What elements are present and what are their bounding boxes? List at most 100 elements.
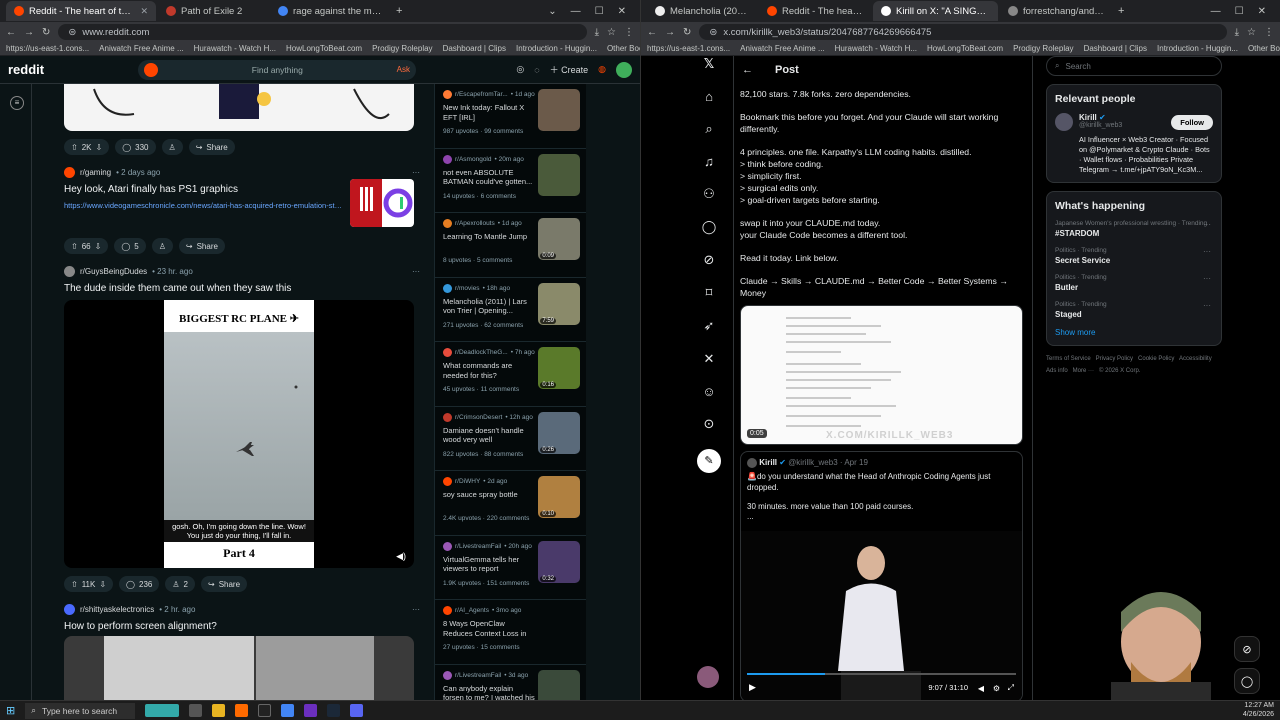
show-more-link[interactable]: Show more xyxy=(1055,328,1213,337)
recent-post-item[interactable]: r/Asmongold • 20m ago not even ABSOLUTE BA… xyxy=(435,149,586,213)
create-button[interactable]: ＋ Create xyxy=(550,63,589,76)
messages-float-button[interactable]: ◯ xyxy=(1234,668,1260,694)
maximize-icon[interactable]: ☐ xyxy=(1235,6,1244,17)
new-tab-icon[interactable]: + xyxy=(1118,5,1124,17)
settings-icon[interactable]: ⚙ xyxy=(993,684,1000,693)
bookmark-item[interactable]: Aniwatch Free Anime ... xyxy=(740,44,824,53)
video-player[interactable]: BIGGEST RC PLANE ✈ gosh. Oh, I'm going d… xyxy=(64,300,414,568)
bookmark-item[interactable]: Prodigy Roleplay xyxy=(372,44,432,53)
recent-post-item[interactable]: r/LivestreamFail • 20h ago VirtualGemma te… xyxy=(435,536,586,600)
bookmark-item[interactable]: HowLongToBeat.com xyxy=(286,44,362,53)
twitch-icon[interactable] xyxy=(304,704,318,717)
back-arrow-icon[interactable]: ← xyxy=(742,64,753,76)
minimize-icon[interactable]: — xyxy=(1211,6,1221,17)
reddit-search[interactable]: Find anything Ask xyxy=(138,59,416,80)
bookmark-item[interactable]: HowLongToBeat.com xyxy=(927,44,1003,53)
volume-icon[interactable]: ◀ xyxy=(978,684,984,693)
recent-post-item[interactable]: r/DiWHY • 2d ago soy sauce spray bottle 2.4… xyxy=(435,471,586,536)
vote-pill[interactable]: ⇧ 11K ⇩ xyxy=(64,576,114,592)
jobs-icon[interactable]: ➶ xyxy=(704,318,715,334)
taskbar-search[interactable]: ⌕ Type here to search xyxy=(25,702,136,719)
bookmark-item[interactable]: Dashboard | Clips xyxy=(1084,44,1147,53)
post-button-icon[interactable]: ✎ xyxy=(697,449,721,473)
chrome-icon[interactable] xyxy=(281,704,295,717)
more-icon[interactable]: ··· xyxy=(1203,247,1211,256)
more-icon[interactable]: ⊙ xyxy=(704,416,715,432)
comments-button[interactable]: ◯ 330 xyxy=(115,139,156,155)
comments-button[interactable]: ◯ 236 xyxy=(119,576,160,592)
recent-post-item[interactable]: r/Apexrollouts • 1d ago Learning To Mantle… xyxy=(435,213,586,278)
subreddit-link[interactable]: r/GuysBeingDudes xyxy=(80,267,147,276)
share-button[interactable]: ↪ Share xyxy=(178,238,225,254)
system-clock[interactable]: 12:27 AM 4/26/2026 xyxy=(1243,702,1274,719)
share-button[interactable]: ↪ Share xyxy=(200,576,248,592)
other-bookmarks[interactable]: Other Bookmarks xyxy=(607,44,640,53)
menu-icon[interactable]: ⋮ xyxy=(1264,27,1274,38)
grok-float-button[interactable]: ⊘ xyxy=(1234,636,1260,662)
premium-icon[interactable]: ✕ xyxy=(704,351,715,367)
discord-icon[interactable] xyxy=(350,704,364,717)
download-icon[interactable]: ⤓ xyxy=(595,27,599,38)
windows-start-icon[interactable]: ⊞ xyxy=(6,704,15,717)
forward-icon[interactable]: → xyxy=(665,27,675,38)
award-button[interactable]: ♙ 2 xyxy=(165,576,195,592)
url-field[interactable]: ⊜ x.com/kirillk_web3/status/2047687764269… xyxy=(699,24,1227,40)
recent-post-item[interactable]: r/AI_Agents • 3mo ago 8 Ways OpenClaw Redu… xyxy=(435,600,586,665)
tab-wikipedia[interactable]: Melancholia (2011 film) - Wikip xyxy=(647,1,757,21)
bookmark-item[interactable]: Introduction - Huggin... xyxy=(1157,44,1238,53)
dropdown-icon[interactable]: ⌄ xyxy=(548,6,556,17)
reload-icon[interactable]: ↻ xyxy=(42,27,50,38)
new-tab-icon[interactable]: + xyxy=(396,5,402,17)
bookmark-item[interactable]: https://us-east-1.cons... xyxy=(6,44,89,53)
search-input[interactable]: ⌕ Search xyxy=(1046,56,1222,76)
tab-path-of-exile[interactable]: Path of Exile 2 xyxy=(158,1,268,21)
messages-icon[interactable]: ◯ xyxy=(702,219,717,235)
bookmark-item[interactable]: Introduction - Huggin... xyxy=(516,44,597,53)
more-icon[interactable]: ··· xyxy=(1203,301,1211,310)
follow-button[interactable]: Follow xyxy=(1171,115,1213,130)
more-options-icon[interactable]: ··· xyxy=(412,267,420,276)
video-progress-track[interactable] xyxy=(747,673,1016,676)
ads-icon[interactable]: ◎ xyxy=(516,64,524,75)
post-image[interactable] xyxy=(64,636,414,700)
quote-video[interactable]: ▶ 9:07 / 31:10 ◀ ⚙ ⤢ xyxy=(741,531,1022,700)
person-row[interactable]: Kirill ✔ @kirillk_web3 Follow AI Influen… xyxy=(1055,113,1213,174)
reload-icon[interactable]: ↻ xyxy=(683,27,691,38)
firefox-icon[interactable] xyxy=(235,704,249,717)
back-icon[interactable]: ← xyxy=(6,27,16,38)
award-button[interactable]: ♙ xyxy=(161,139,183,155)
x-logo-icon[interactable]: 𝕏 xyxy=(704,56,714,72)
share-button[interactable]: ↪ Share xyxy=(188,139,235,155)
site-info-icon[interactable]: ⊜ xyxy=(68,27,76,38)
minimize-icon[interactable]: — xyxy=(571,6,581,17)
tab-reddit[interactable]: Reddit - The heart of the inte ✕ xyxy=(6,1,156,21)
notifications-icon[interactable]: ♫ xyxy=(704,154,714,169)
close-window-icon[interactable]: ✕ xyxy=(618,6,626,17)
tab-google[interactable]: rage against the machine - Goo xyxy=(270,1,390,21)
quoted-post[interactable]: Kirill ✔ @kirillk_web3 · Apr 19 🚨do you … xyxy=(740,451,1023,700)
profile-icon[interactable]: ☺ xyxy=(702,384,715,399)
volume-icon[interactable]: ◀) xyxy=(396,551,406,562)
post-title[interactable]: The dude inside them came out when they … xyxy=(64,283,420,294)
home-icon[interactable]: ⌂ xyxy=(705,89,713,104)
url-field[interactable]: ⊜ www.reddit.com xyxy=(58,24,587,40)
other-bookmarks[interactable]: Other Bookmarks xyxy=(1248,44,1280,53)
close-icon[interactable]: ✕ xyxy=(140,6,148,17)
subreddit-link[interactable]: r/gaming xyxy=(80,168,111,177)
post-video[interactable]: X.COM/KIRILLK_WEB3 0:05 xyxy=(740,305,1023,445)
fullscreen-icon[interactable]: ⤢ xyxy=(1008,683,1014,693)
download-icon[interactable]: ⤓ xyxy=(1235,27,1239,38)
ask-button[interactable]: Ask xyxy=(397,65,410,74)
trend-item[interactable]: Politics · Trending Staged ··· xyxy=(1055,301,1213,319)
recent-post-item[interactable]: r/DeadlockTheG... • 7h ago What commands a… xyxy=(435,342,586,407)
trend-item[interactable]: Politics · Trending Butler ··· xyxy=(1055,274,1213,292)
award-button[interactable]: ♙ xyxy=(151,238,173,254)
bookmark-item[interactable]: Prodigy Roleplay xyxy=(1013,44,1073,53)
explore-icon[interactable]: ⌕ xyxy=(705,121,712,137)
forward-icon[interactable]: → xyxy=(24,27,34,38)
star-icon[interactable]: ☆ xyxy=(607,27,616,38)
grok-icon[interactable]: ⊘ xyxy=(704,252,715,268)
vote-pill[interactable]: ⇧ 66 ⇩ xyxy=(64,238,109,254)
more-options-icon[interactable]: ··· xyxy=(412,605,420,614)
file-explorer-icon[interactable] xyxy=(212,704,226,717)
